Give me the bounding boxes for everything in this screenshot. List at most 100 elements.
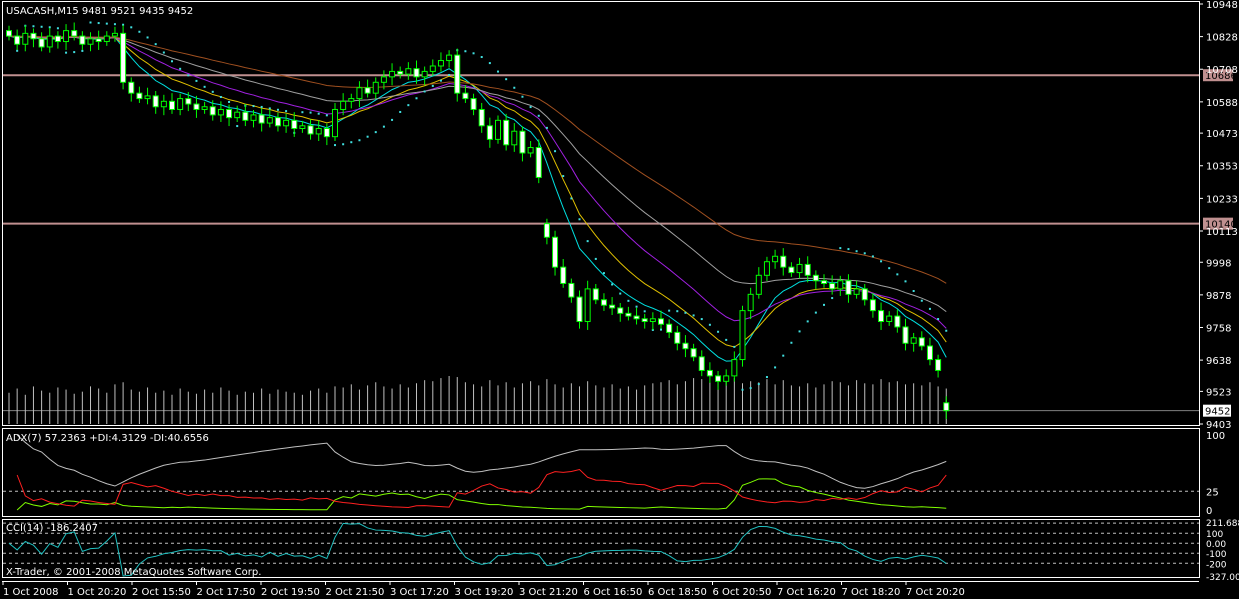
candle-body bbox=[804, 263, 811, 276]
cci-tick-label: 211.688 bbox=[1206, 519, 1239, 529]
candle-body bbox=[340, 100, 347, 110]
psar-dot bbox=[554, 150, 557, 153]
cci-tick-label: -327.007 bbox=[1206, 573, 1239, 583]
psar-dot bbox=[162, 51, 165, 54]
candle-body bbox=[511, 130, 518, 146]
adx-tick-label: 0 bbox=[1206, 506, 1212, 517]
psar-dot bbox=[113, 23, 116, 26]
adx-tick-label: 25 bbox=[1206, 487, 1219, 498]
candle-body bbox=[169, 100, 175, 110]
candle-body bbox=[258, 114, 265, 124]
current-price-label: 9452 bbox=[1205, 407, 1230, 418]
candle-body bbox=[30, 32, 37, 40]
trading-chart[interactable]: 10686101409452 10948 10828 10708 10588 10473… bbox=[0, 0, 1239, 599]
candle-body bbox=[95, 38, 102, 43]
candle-body bbox=[152, 95, 159, 108]
psar-dot bbox=[725, 338, 728, 341]
price-tick-label: 10233 bbox=[1206, 194, 1238, 205]
psar-dot bbox=[342, 143, 345, 146]
price-axis: 10948 10828 10708 10588 10473 10353 10233 10113… bbox=[1199, 0, 1238, 431]
psar-dot bbox=[798, 330, 801, 333]
time-tick-label: 1 Oct 20:20 bbox=[68, 587, 127, 598]
candle-body bbox=[739, 310, 746, 361]
psar-dot bbox=[105, 22, 108, 25]
candle-body bbox=[788, 266, 795, 274]
candle-body bbox=[79, 35, 86, 45]
candle-body bbox=[478, 108, 485, 127]
psar-dot bbox=[350, 141, 353, 144]
psar-dot bbox=[920, 299, 923, 302]
candle-body bbox=[715, 375, 722, 382]
candle-body bbox=[209, 106, 216, 116]
moving-average-55 bbox=[8, 35, 947, 284]
psar-dot bbox=[431, 84, 434, 87]
psar-dot bbox=[154, 43, 157, 46]
time-tick-label: 2 Oct 21:50 bbox=[326, 587, 385, 598]
psar-dot bbox=[928, 307, 931, 310]
time-tick-label: 3 Oct 17:20 bbox=[390, 587, 449, 598]
psar-dot bbox=[472, 52, 475, 55]
time-tick-label: 7 Oct 20:20 bbox=[906, 587, 965, 598]
candle-body bbox=[910, 337, 917, 344]
candle-body bbox=[486, 125, 493, 140]
time-tick-label: 7 Oct 18:20 bbox=[842, 587, 901, 598]
candle-body bbox=[38, 38, 45, 48]
candle-body bbox=[829, 282, 836, 290]
candle-body bbox=[160, 100, 167, 108]
psar-dot bbox=[276, 108, 279, 111]
candle-body bbox=[519, 130, 526, 154]
moving-average-21 bbox=[8, 35, 947, 329]
time-tick-label: 6 Oct 16:50 bbox=[584, 587, 643, 598]
psar-dot bbox=[358, 139, 361, 142]
volume-bars bbox=[8, 376, 947, 424]
psar-dot bbox=[415, 97, 418, 100]
psar-dot bbox=[73, 51, 76, 54]
psar-dot bbox=[562, 175, 565, 178]
psar-dot bbox=[529, 106, 532, 109]
candle-body bbox=[772, 255, 779, 263]
candle-body bbox=[120, 32, 127, 83]
candle-body bbox=[405, 68, 412, 75]
psar-dot bbox=[513, 86, 516, 89]
psar-dot bbox=[260, 105, 263, 108]
candle-body bbox=[617, 307, 624, 314]
candle-body bbox=[527, 147, 534, 154]
psar-dot bbox=[602, 272, 605, 275]
psar-dot bbox=[855, 250, 858, 253]
psar-dot bbox=[334, 144, 336, 147]
candle-body bbox=[332, 108, 338, 138]
psar-dot bbox=[130, 26, 133, 29]
psar-dot bbox=[627, 299, 630, 302]
psar-dot bbox=[537, 114, 540, 117]
candle-body bbox=[437, 60, 444, 67]
candle-body bbox=[380, 76, 387, 83]
time-axis: 1 Oct 2008 1 Oct 20:20 2 Oct 15:50 2 Oct 17… bbox=[2, 581, 965, 598]
psar-dot bbox=[733, 345, 736, 348]
psar-dot bbox=[228, 100, 231, 103]
candle-body bbox=[690, 348, 697, 358]
candle-body bbox=[54, 35, 61, 43]
candle-body bbox=[413, 68, 420, 78]
candle-body bbox=[902, 326, 909, 344]
candle-body bbox=[918, 337, 925, 347]
psar-dot bbox=[619, 292, 622, 295]
time-tick-label: 7 Oct 16:20 bbox=[777, 587, 836, 598]
psar-dot bbox=[89, 21, 92, 24]
candle-body bbox=[674, 331, 681, 344]
psar-dot bbox=[40, 25, 43, 28]
psar-dot bbox=[757, 383, 760, 386]
candle-body bbox=[193, 103, 200, 110]
psar-dot bbox=[146, 36, 149, 39]
candle-body bbox=[845, 280, 852, 295]
candle-body bbox=[609, 304, 616, 309]
candle-body bbox=[894, 315, 901, 328]
plus-di-line bbox=[16, 478, 947, 511]
candle-body bbox=[666, 323, 673, 333]
candle-body bbox=[535, 147, 542, 178]
cci-tick-label: 100 bbox=[1206, 530, 1223, 540]
candle-body bbox=[706, 369, 713, 377]
horizontal-lines[interactable]: 10686101409452 bbox=[3, 69, 1237, 418]
candle-body bbox=[625, 312, 632, 317]
psar-dot bbox=[439, 79, 442, 82]
psar-dot bbox=[505, 78, 508, 81]
